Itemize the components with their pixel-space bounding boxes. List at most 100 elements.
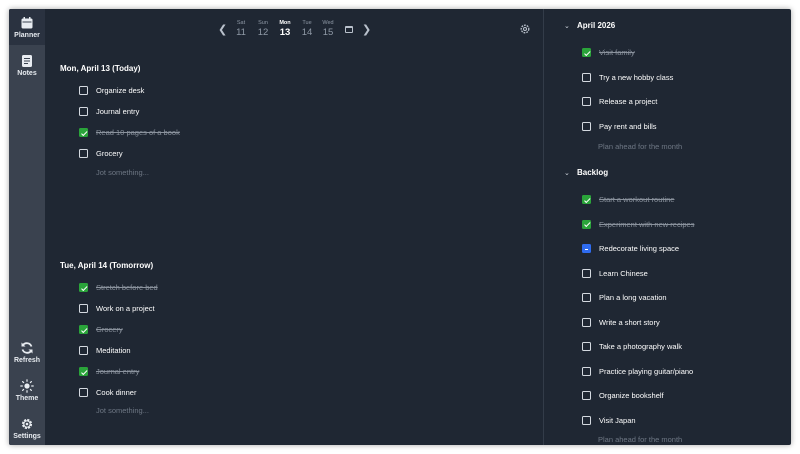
sidebar-item-label: Theme xyxy=(15,395,39,402)
checkbox-checked[interactable] xyxy=(582,48,591,57)
task-item[interactable]: Start a workout routine xyxy=(582,194,791,206)
checkbox[interactable] xyxy=(582,366,591,376)
checkbox[interactable] xyxy=(79,86,88,95)
checkbox[interactable] xyxy=(582,342,591,351)
checkbox[interactable] xyxy=(582,391,591,400)
day-selector[interactable]: Tue 14 xyxy=(296,20,318,38)
sidebar-item-notes[interactable]: Notes xyxy=(9,54,45,77)
checkbox[interactable] xyxy=(582,97,591,106)
task-item[interactable]: Experiment with new recipes xyxy=(582,219,791,231)
task-item[interactable]: Try a new hobby class xyxy=(582,72,791,84)
checkbox[interactable] xyxy=(79,388,88,397)
task-item[interactable]: Practice playing guitar/piano xyxy=(582,366,791,378)
checkbox-checked[interactable] xyxy=(582,219,591,229)
task-item[interactable]: Meditation xyxy=(79,345,299,357)
task-label: Experiment with new recipes xyxy=(599,219,695,229)
gear-icon xyxy=(21,418,33,430)
chevron-left-icon[interactable]: ❮ xyxy=(218,23,227,36)
day-selector[interactable]: Wed 15 xyxy=(317,20,339,38)
add-task-input[interactable]: Jot something... xyxy=(96,168,149,177)
task-item[interactable]: Plan a long vacation xyxy=(582,292,791,304)
task-label: Plan a long vacation xyxy=(599,293,667,302)
settings-gear-icon[interactable] xyxy=(519,23,531,35)
task-item[interactable]: Organize desk xyxy=(79,85,299,97)
add-task-input[interactable]: Plan ahead for the month xyxy=(598,142,682,151)
day-name: Sat xyxy=(236,20,246,26)
calendar-picker-icon[interactable] xyxy=(345,26,353,33)
task-item[interactable]: Pay rent and bills xyxy=(582,121,791,133)
add-task-input[interactable]: Jot something... xyxy=(96,406,149,415)
refresh-icon xyxy=(21,342,33,354)
task-item[interactable]: Journal entry xyxy=(79,366,299,378)
group-title: April 2026 xyxy=(577,21,616,30)
task-label: Start a workout routine xyxy=(599,195,675,204)
checkbox-checked[interactable] xyxy=(79,325,88,334)
task-label: Redecorate living space xyxy=(599,244,680,253)
task-item[interactable]: Redecorate living space xyxy=(582,243,791,255)
checkbox-partial[interactable] xyxy=(582,244,591,253)
day-title-today: Mon, April 13 (Today) xyxy=(60,64,141,73)
task-label: Learn Chinese xyxy=(599,268,648,278)
checkbox[interactable] xyxy=(582,72,591,82)
task-item[interactable]: Read 10 pages of a book xyxy=(79,127,299,139)
checkbox[interactable] xyxy=(79,346,88,355)
note-icon xyxy=(22,55,32,67)
checkbox[interactable] xyxy=(582,293,591,302)
checkbox[interactable] xyxy=(582,268,591,278)
checkbox-checked[interactable] xyxy=(79,283,88,292)
day-selector-current[interactable]: Mon 13 xyxy=(274,20,296,38)
sidebar: Planner Notes Refresh Theme Settings xyxy=(9,9,45,445)
day-name: Wed xyxy=(322,20,334,26)
checkbox[interactable] xyxy=(582,121,591,131)
add-task-input[interactable]: Plan ahead for the month xyxy=(598,435,682,444)
task-item[interactable]: Grocery xyxy=(79,324,299,336)
task-label: Read 10 pages of a book xyxy=(96,128,180,137)
sidebar-item-label: Refresh xyxy=(13,357,41,364)
right-panel: ⌄ April 2026 Visit family Try a new hobby… xyxy=(544,9,791,445)
sidebar-item-settings[interactable]: Settings xyxy=(9,417,45,440)
task-item[interactable]: Stretch before bed xyxy=(79,282,299,294)
day-selector[interactable]: Sun 12 xyxy=(252,20,274,38)
task-item[interactable]: Cook dinner xyxy=(79,387,299,399)
task-item[interactable]: Learn Chinese xyxy=(582,268,791,280)
task-item[interactable]: Visit Japan xyxy=(582,415,791,427)
day-selector[interactable]: Sat 11 xyxy=(230,20,252,38)
day-number: 11 xyxy=(236,27,246,38)
day-number: 12 xyxy=(257,27,269,38)
task-item[interactable]: Grocery xyxy=(79,148,299,160)
task-item[interactable]: Release a project xyxy=(582,96,791,108)
task-item[interactable]: Work on a project xyxy=(79,303,299,315)
sun-icon xyxy=(20,379,34,393)
checkbox[interactable] xyxy=(79,107,88,116)
sidebar-item-refresh[interactable]: Refresh xyxy=(9,341,45,364)
task-item[interactable]: Write a short story xyxy=(582,317,791,329)
task-label: Grocery xyxy=(96,149,123,158)
checkbox[interactable] xyxy=(582,415,591,425)
planner-main: ❮ Sat 11 Sun 12 Mon 13 Tue 14 Wed 15 ❯ M… xyxy=(45,9,543,445)
task-item[interactable]: Journal entry xyxy=(79,106,299,118)
checkbox[interactable] xyxy=(79,149,88,158)
checkbox-checked[interactable] xyxy=(582,195,591,204)
task-label: Cook dinner xyxy=(96,388,137,397)
task-label: Journal entry xyxy=(96,367,140,376)
checkbox[interactable] xyxy=(79,304,88,313)
sidebar-item-theme[interactable]: Theme xyxy=(9,379,45,402)
task-label: Try a new hobby class xyxy=(599,72,674,82)
task-item[interactable]: Visit family xyxy=(582,47,791,59)
checkbox[interactable] xyxy=(582,317,591,327)
task-item[interactable]: Take a photography walk xyxy=(582,341,791,353)
checkbox-checked[interactable] xyxy=(79,367,88,376)
day-name: Tue xyxy=(302,20,312,26)
day-number: 14 xyxy=(301,27,313,38)
app-window: Planner Notes Refresh Theme Settings ❮ S… xyxy=(9,9,791,445)
checkbox-checked[interactable] xyxy=(79,128,88,137)
day-name: Sun xyxy=(258,20,268,26)
task-label: Practice playing guitar/piano xyxy=(599,366,694,376)
task-label: Take a photography walk xyxy=(599,342,682,351)
task-label: Stretch before bed xyxy=(96,283,158,292)
sidebar-item-planner[interactable]: Planner xyxy=(9,9,45,45)
task-label: Pay rent and bills xyxy=(599,121,657,131)
day-number: 15 xyxy=(322,27,334,38)
chevron-right-icon[interactable]: ❯ xyxy=(362,23,371,36)
task-item[interactable]: Organize bookshelf xyxy=(582,390,791,402)
